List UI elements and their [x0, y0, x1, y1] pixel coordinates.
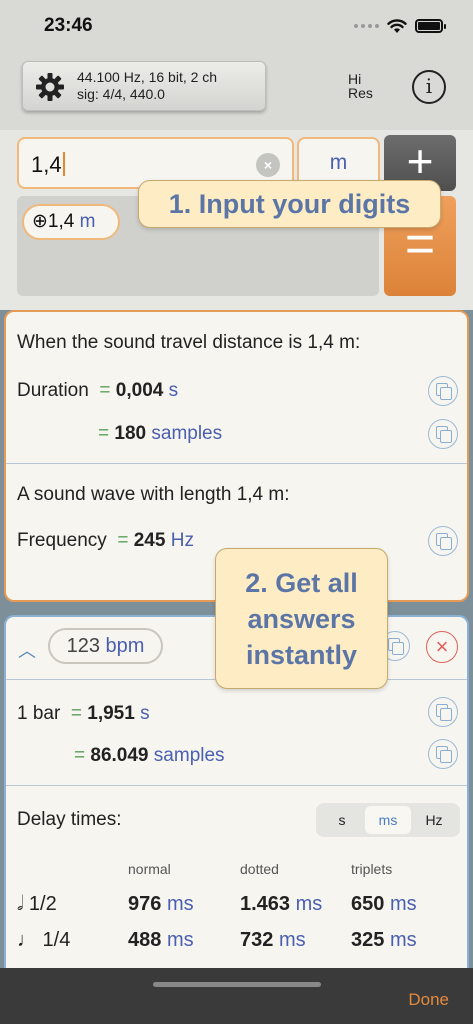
status-time: 23:46	[44, 15, 93, 36]
copy-bar-icon[interactable]	[428, 697, 458, 727]
plus-circle-icon: ⊕	[32, 211, 48, 232]
settings-line-1: 44.100 Hz, 16 bit, 2 ch	[77, 69, 218, 85]
keyboard-toolbar: Done	[0, 968, 473, 1024]
copy-frequency-icon[interactable]	[428, 526, 458, 556]
info-icon[interactable]: i	[412, 70, 446, 104]
home-indicator	[153, 982, 321, 987]
segment-s[interactable]: s	[319, 806, 365, 834]
bar-duration-row: 1 bar = 1,951 s	[17, 703, 150, 724]
audio-settings-button[interactable]: 44.100 Hz, 16 bit, 2 ch sig: 4/4, 440.0	[22, 61, 266, 111]
cell-quarter-normal: 488 ms	[128, 929, 194, 951]
frequency-row: Frequency = 245 Hz	[17, 530, 194, 551]
battery-icon	[415, 19, 446, 33]
distance-heading: When the sound travel distance is 1,4 m:	[17, 332, 361, 353]
column-header-normal: normal	[128, 861, 171, 877]
tip-callout-input: 1. Input your digits	[138, 180, 441, 228]
cell-half-triplets: 650 ms	[351, 893, 417, 915]
bar-samples-row: = 86.049 samples	[74, 745, 225, 766]
chevron-up-icon[interactable]: ︿	[18, 637, 36, 663]
segment-ms[interactable]: ms	[365, 806, 411, 834]
unit-segmented-control: s ms Hz	[316, 803, 460, 837]
done-button[interactable]: Done	[408, 990, 449, 1010]
column-header-dotted: dotted	[240, 861, 279, 877]
cell-quarter-dotted: 732 ms	[240, 929, 306, 951]
copy-samples-icon[interactable]	[428, 419, 458, 449]
tip-callout-answers: 2. Get all answers instantly	[215, 548, 388, 689]
segment-hz[interactable]: Hz	[411, 806, 457, 834]
status-icons	[354, 18, 446, 34]
settings-line-2: sig: 4/4, 440.0	[77, 86, 165, 102]
input-value: 1,4	[31, 152, 65, 178]
cell-quarter-triplets: 325 ms	[351, 929, 417, 951]
expression-token[interactable]: ⊕1,4 m	[22, 204, 120, 240]
signal-icon	[354, 24, 379, 28]
column-header-triplets: triplets	[351, 861, 393, 877]
delay-heading: Delay times:	[17, 809, 122, 830]
copy-duration-icon[interactable]	[428, 376, 458, 406]
gear-icon	[36, 73, 64, 101]
copy-bar-samples-icon[interactable]	[428, 739, 458, 769]
bpm-field[interactable]: 123 bpm	[48, 628, 163, 664]
clear-icon[interactable]: ×	[256, 153, 280, 177]
close-icon[interactable]: ×	[426, 631, 458, 663]
settings-summary: 44.100 Hz, 16 bit, 2 ch sig: 4/4, 440.0	[77, 69, 217, 103]
wifi-icon	[387, 19, 407, 33]
wave-heading: A sound wave with length 1,4 m:	[17, 484, 290, 505]
hires-toggle[interactable]: Hi Res	[348, 72, 373, 100]
row-note-half: 𝅗𝅥 1/2	[17, 893, 57, 915]
hires-line-1: Hi	[348, 71, 362, 87]
status-bar: 23:46	[0, 0, 473, 54]
divider	[6, 463, 467, 464]
hires-line-2: Res	[348, 85, 373, 101]
duration-samples-row: = 180 samples	[98, 423, 223, 444]
cell-half-dotted: 1.463 ms	[240, 893, 323, 915]
duration-row: Duration = 0,004 s	[17, 380, 179, 401]
row-note-quarter: ♩ 1/4	[17, 929, 71, 951]
cell-half-normal: 976 ms	[128, 893, 194, 915]
divider	[6, 785, 467, 786]
